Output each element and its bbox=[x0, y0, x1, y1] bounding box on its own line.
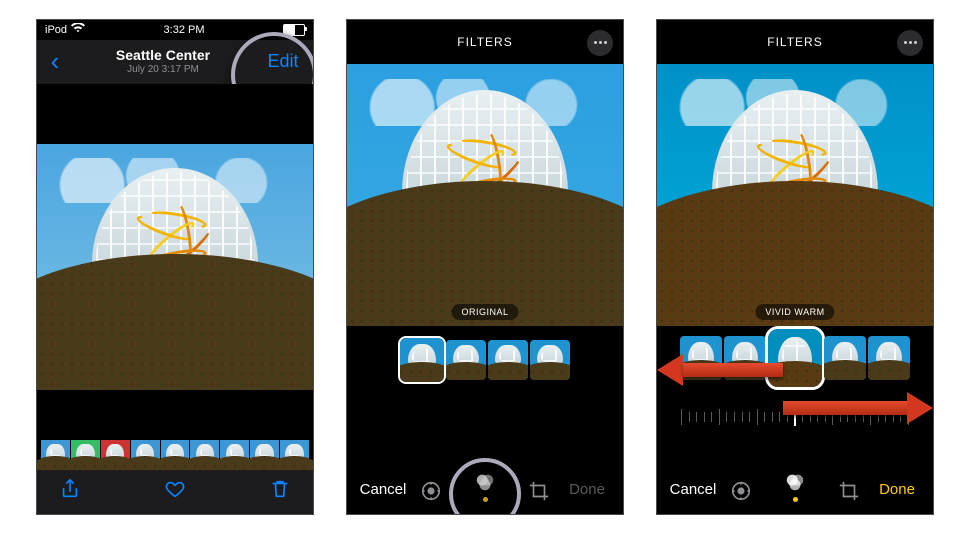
photo-preview[interactable]: VIVID WARM bbox=[657, 64, 933, 326]
header-title: FILTERS bbox=[767, 35, 822, 49]
selected-dot-icon bbox=[793, 497, 798, 502]
annotation-arrow-left-icon bbox=[657, 356, 783, 384]
header-title: FILTERS bbox=[457, 35, 512, 49]
filter-thumb-original[interactable] bbox=[400, 338, 444, 382]
filter-name-label: VIVID WARM bbox=[755, 304, 834, 320]
device-label: iPod bbox=[45, 24, 67, 36]
thumbnail[interactable] bbox=[280, 440, 309, 470]
annotation-arrow-right-icon bbox=[783, 394, 933, 422]
cancel-button[interactable]: Cancel bbox=[347, 481, 419, 502]
bottom-toolbar bbox=[37, 470, 313, 514]
screen-filters-original: FILTERS ORIGINAL Cancel Done bbox=[346, 19, 624, 515]
filter-thumb[interactable] bbox=[488, 340, 528, 380]
adjust-tab[interactable] bbox=[730, 480, 752, 502]
filter-carousel[interactable] bbox=[400, 340, 570, 382]
wifi-icon bbox=[71, 23, 85, 36]
screen-filters-vivid-warm: FILTERS VIVID WARM Cancel Done bbox=[656, 19, 934, 515]
edit-header: FILTERS bbox=[657, 20, 933, 64]
filter-name-label: ORIGINAL bbox=[451, 304, 518, 320]
back-button[interactable]: ‹ bbox=[37, 46, 73, 77]
crop-tab[interactable] bbox=[528, 480, 550, 502]
adjust-tab[interactable] bbox=[420, 480, 442, 502]
photo-viewer[interactable] bbox=[37, 84, 313, 434]
photo-location: Seattle Center bbox=[73, 48, 253, 63]
cancel-button[interactable]: Cancel bbox=[657, 481, 729, 502]
photo-datetime: July 20 3:17 PM bbox=[73, 64, 253, 75]
filter-thumb[interactable] bbox=[530, 340, 570, 380]
filters-tab[interactable] bbox=[784, 471, 806, 502]
clock: 3:32 PM bbox=[164, 24, 205, 36]
photo-filmstrip[interactable] bbox=[41, 440, 309, 470]
photo-preview[interactable]: ORIGINAL bbox=[347, 64, 623, 326]
screen-photo-detail: iPod 3:32 PM ‹ Seattle Center July 20 3:… bbox=[36, 19, 314, 515]
filter-thumb[interactable] bbox=[868, 336, 910, 380]
share-button[interactable] bbox=[59, 478, 81, 505]
favorite-button[interactable] bbox=[164, 478, 186, 505]
more-button[interactable] bbox=[587, 30, 613, 56]
edit-header: FILTERS bbox=[347, 20, 623, 64]
edit-mode-tabs bbox=[729, 462, 861, 502]
delete-button[interactable] bbox=[269, 478, 291, 505]
photo-title-block: Seattle Center July 20 3:17 PM bbox=[73, 48, 253, 74]
filter-thumb[interactable] bbox=[824, 336, 866, 380]
crop-tab[interactable] bbox=[838, 480, 860, 502]
photo-image bbox=[37, 144, 313, 390]
done-button[interactable]: Done bbox=[861, 481, 933, 502]
edit-toolbar: Cancel Done bbox=[657, 422, 933, 514]
filter-thumb[interactable] bbox=[446, 340, 486, 380]
done-button[interactable]: Done bbox=[551, 481, 623, 502]
more-button[interactable] bbox=[897, 30, 923, 56]
